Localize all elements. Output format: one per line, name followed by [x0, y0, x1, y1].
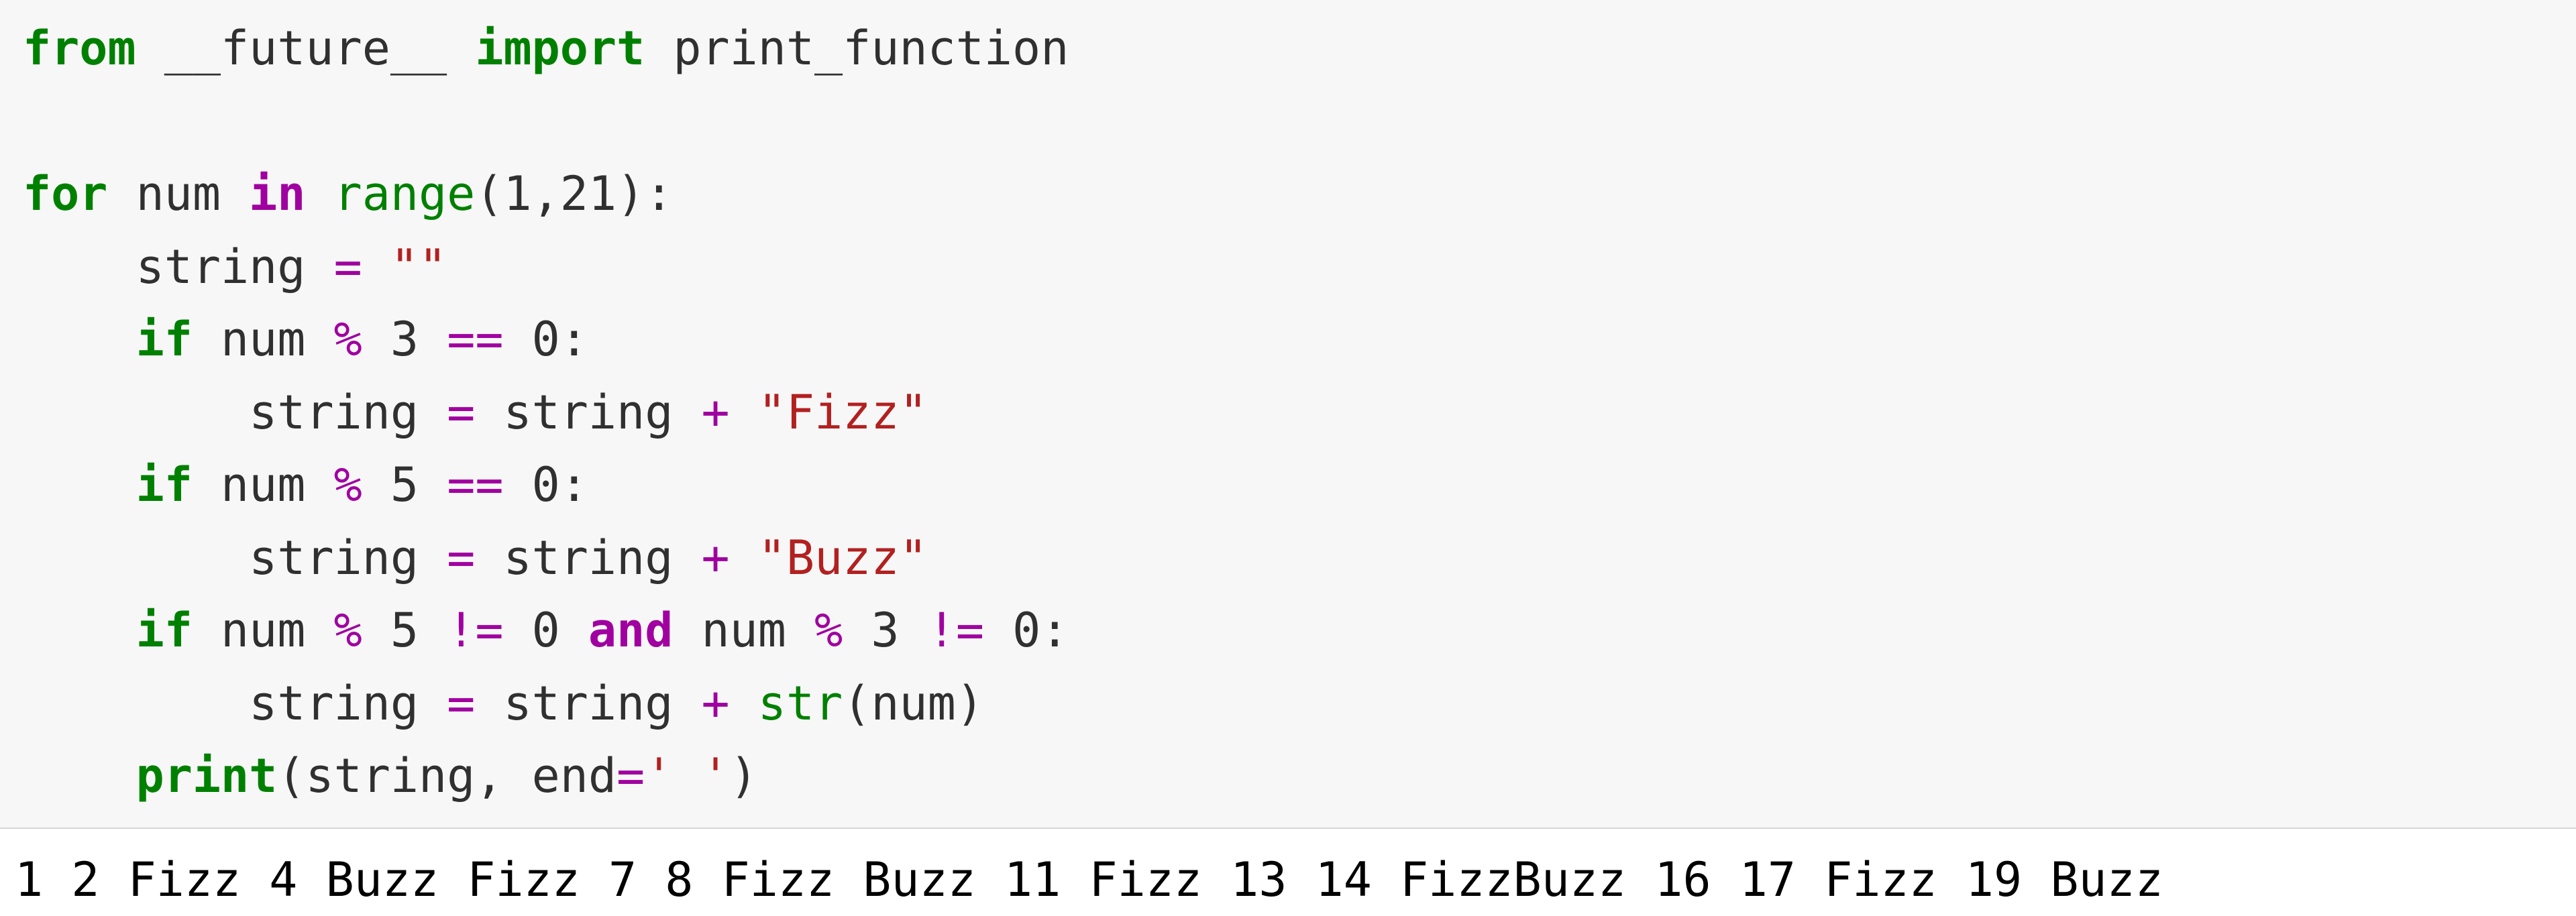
number-0: 0 — [503, 603, 588, 658]
name-print-function: print_function — [645, 21, 1069, 76]
loop-var-num: num — [107, 166, 249, 221]
print-args: (string, end — [277, 748, 616, 803]
output-cell: 1 2 Fizz 4 Buzz Fizz 7 8 Fizz Buzz 11 Fi… — [0, 829, 2576, 916]
op-eq: == — [447, 457, 503, 512]
kw-for: for — [23, 166, 107, 221]
colon: : — [1040, 603, 1069, 658]
colon: : — [560, 312, 588, 367]
var-string: string — [136, 239, 334, 294]
output-text: 1 2 Fizz 4 Buzz Fizz 7 8 Fizz Buzz 11 Fi… — [15, 844, 2561, 916]
code-cell: from __future__ import print_function fo… — [0, 0, 2576, 829]
kw-if: if — [136, 603, 193, 658]
number-1: 1 — [503, 166, 531, 221]
indent — [23, 457, 136, 512]
number-5: 5 — [362, 603, 447, 658]
string-fizz: "Fizz" — [758, 385, 928, 440]
op-plus: + — [701, 385, 729, 440]
comma: , — [532, 166, 560, 221]
var-string: string — [249, 530, 447, 585]
indent — [23, 748, 136, 803]
colon: : — [560, 457, 588, 512]
kw-if: if — [136, 457, 193, 512]
builtin-str: str — [758, 676, 843, 731]
number-0: 0 — [503, 457, 559, 512]
number-21: 21 — [560, 166, 616, 221]
var-string: string — [249, 676, 447, 731]
op-assign: = — [616, 748, 645, 803]
paren-close-colon: ): — [616, 166, 673, 221]
op-assign: = — [447, 676, 475, 731]
number-3: 3 — [362, 312, 447, 367]
indent — [23, 385, 249, 440]
number-5: 5 — [362, 457, 447, 512]
paren-close: ) — [730, 748, 758, 803]
indent — [23, 312, 136, 367]
number-3: 3 — [843, 603, 927, 658]
paren-open: ( — [475, 166, 503, 221]
indent — [23, 603, 136, 658]
kw-in: in — [249, 166, 305, 221]
string-space: ' ' — [645, 748, 729, 803]
string-buzz: "Buzz" — [758, 530, 928, 585]
indent — [23, 530, 249, 585]
notebook-page: from __future__ import print_function fo… — [0, 0, 2576, 888]
code-block: from __future__ import print_function fo… — [23, 12, 2553, 813]
op-ne: != — [447, 603, 503, 658]
indent — [23, 676, 249, 731]
indent — [23, 239, 136, 294]
op-mod: % — [814, 603, 843, 658]
op-mod: % — [334, 312, 362, 367]
kw-if: if — [136, 312, 193, 367]
op-assign: = — [447, 385, 475, 440]
op-mod: % — [334, 603, 362, 658]
kw-import: import — [475, 21, 645, 76]
op-plus: + — [701, 530, 729, 585]
op-assign: = — [334, 239, 362, 294]
number-0: 0 — [503, 312, 559, 367]
number-0: 0 — [984, 603, 1040, 658]
op-mod: % — [334, 457, 362, 512]
op-assign: = — [447, 530, 475, 585]
builtin-range: range — [305, 166, 475, 221]
builtin-print: print — [136, 748, 278, 803]
kw-and: and — [588, 603, 673, 658]
module-future: __future__ — [136, 21, 476, 76]
kw-from: from — [23, 21, 136, 76]
op-ne: != — [928, 603, 984, 658]
string-empty: "" — [390, 239, 447, 294]
op-plus: + — [701, 676, 729, 731]
op-eq: == — [447, 312, 503, 367]
call-args: (num) — [843, 676, 984, 731]
var-string: string — [249, 385, 447, 440]
